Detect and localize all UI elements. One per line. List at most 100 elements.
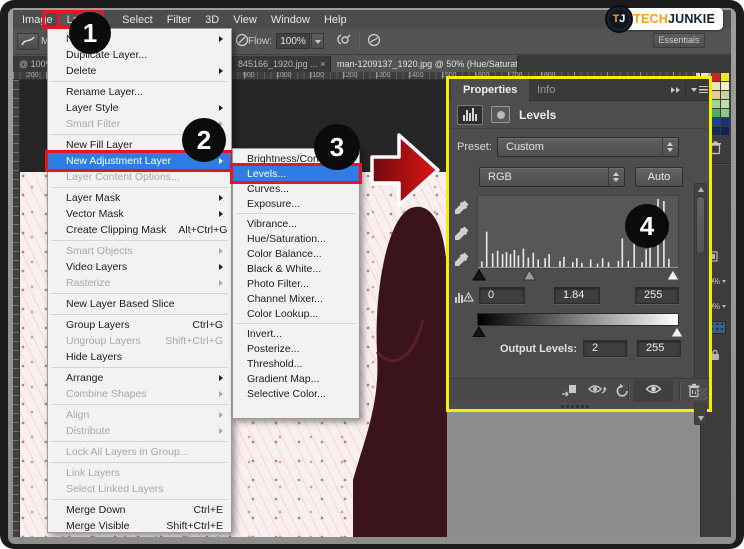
swatch[interactable]: [712, 109, 720, 117]
gray-point-eyedropper-icon[interactable]: [454, 225, 470, 241]
menu-item-arrange[interactable]: Arrange: [48, 370, 231, 386]
menu-item-create-clipping-mask[interactable]: Create Clipping MaskAlt+Ctrl+G: [48, 222, 231, 238]
menu-item-vector-mask[interactable]: Vector Mask: [48, 206, 231, 222]
menu-item-photo-filter[interactable]: Photo Filter...: [233, 276, 359, 291]
scroll-up-icon[interactable]: [698, 187, 704, 192]
menu-item-layer-style[interactable]: Layer Style: [48, 100, 231, 116]
auto-button[interactable]: Auto: [635, 167, 683, 187]
menu-item-duplicate-layer[interactable]: Duplicate Layer...: [48, 47, 231, 63]
panel-drag-handle[interactable]: [561, 405, 591, 408]
menu-item-merge-visible[interactable]: Merge VisibleShift+Ctrl+E: [48, 518, 231, 534]
eye-icon: [645, 383, 662, 395]
workspace-button[interactable]: Essentials: [653, 33, 705, 48]
scrollbar-thumb[interactable]: [696, 196, 705, 254]
resize-grip[interactable]: [695, 388, 707, 400]
histogram-refresh-warning-icon[interactable]: [454, 289, 474, 309]
swatch[interactable]: [721, 82, 729, 90]
gamma-slider[interactable]: [524, 270, 536, 280]
menu-item-hide-layers[interactable]: Hide Layers: [48, 349, 231, 365]
levels-adjustment-icon[interactable]: [457, 105, 483, 125]
menu-item-label: Color Balance...: [247, 248, 351, 260]
menu-item-label: Create Clipping Mask: [66, 224, 166, 236]
tab-info[interactable]: Info: [525, 79, 567, 101]
black-point-slider[interactable]: [473, 270, 485, 280]
menu-item-label: Hide Layers: [66, 351, 223, 363]
menu-item-label: Posterize...: [247, 343, 351, 355]
view-previous-state-icon[interactable]: [587, 383, 607, 397]
preset-dropdown[interactable]: Custom: [497, 137, 679, 157]
mask-icon[interactable]: [491, 106, 510, 123]
menu-item-color-lookup[interactable]: Color Lookup...: [233, 306, 359, 321]
menu-item-hue-saturation[interactable]: Hue/Saturation...: [233, 231, 359, 246]
highlight-input[interactable]: 255: [635, 287, 679, 304]
menubar-item-window[interactable]: Window: [264, 12, 317, 28]
swatch[interactable]: [721, 127, 729, 135]
menubar-item-3d[interactable]: 3D: [198, 12, 226, 28]
document-tab-3[interactable]: man-1209137_1920.jpg @ 50% (Hue/Saturati…: [331, 56, 518, 72]
menu-item-selective-color[interactable]: Selective Color...: [233, 386, 359, 401]
menu-item-threshold[interactable]: Threshold...: [233, 356, 359, 371]
airbrush-icon[interactable]: [335, 33, 351, 47]
menu-item-new-layer-based-slice[interactable]: New Layer Based Slice: [48, 296, 231, 312]
swatch[interactable]: [712, 91, 720, 99]
menu-item-group-layers[interactable]: Group LayersCtrl+G: [48, 317, 231, 333]
white-point-eyedropper-icon[interactable]: [454, 251, 470, 267]
submenu-arrow-icon: [219, 195, 223, 201]
menu-item-label: Selective Color...: [247, 388, 351, 400]
menu-item-rename-layer[interactable]: Rename Layer...: [48, 84, 231, 100]
midtone-input[interactable]: 1.84: [554, 287, 600, 304]
collapse-panel-icon[interactable]: [671, 87, 681, 93]
menu-item-invert[interactable]: Invert...: [233, 326, 359, 341]
menubar-item-help[interactable]: Help: [317, 12, 354, 28]
brush-pressure-icon[interactable]: [367, 33, 381, 47]
white-point-slider[interactable]: [667, 270, 679, 280]
menubar-item-filter[interactable]: Filter: [160, 12, 198, 28]
menu-item-black-white[interactable]: Black & White...: [233, 261, 359, 276]
document-tab-2[interactable]: 845166_1920.jpg ... ×: [232, 56, 331, 72]
swatch[interactable]: [721, 73, 729, 81]
flow-dropdown-icon[interactable]: [311, 33, 324, 49]
menu-item-layer-mask[interactable]: Layer Mask: [48, 190, 231, 206]
output-black-input[interactable]: 2: [583, 340, 627, 357]
menubar-item-select[interactable]: Select: [115, 12, 160, 28]
input-levels-sliders[interactable]: [471, 269, 685, 281]
flow-label: Flow:: [248, 36, 272, 47]
menu-item-merge-down[interactable]: Merge DownCtrl+E: [48, 502, 231, 518]
menu-item-color-balance[interactable]: Color Balance...: [233, 246, 359, 261]
output-white-slider[interactable]: [671, 327, 683, 337]
menu-item-gradient-map[interactable]: Gradient Map...: [233, 371, 359, 386]
swatch[interactable]: [712, 118, 720, 126]
menu-item-posterize[interactable]: Posterize...: [233, 341, 359, 356]
menubar-item-view[interactable]: View: [226, 12, 264, 28]
visibility-toggle-box[interactable]: [633, 380, 673, 402]
swatch[interactable]: [712, 100, 720, 108]
tool-preset-icon[interactable]: [17, 33, 39, 50]
black-point-eyedropper-icon[interactable]: [454, 199, 470, 215]
swatch[interactable]: [712, 73, 720, 81]
shadow-input[interactable]: 0: [479, 287, 525, 304]
scroll-down-icon[interactable]: [698, 416, 704, 421]
swatch[interactable]: [712, 82, 720, 90]
swatch[interactable]: [721, 91, 729, 99]
swatch[interactable]: [712, 127, 720, 135]
swatch[interactable]: [721, 118, 729, 126]
menu-item-vibrance[interactable]: Vibrance...: [233, 216, 359, 231]
swatch[interactable]: [721, 109, 729, 117]
swatch[interactable]: [721, 100, 729, 108]
menu-item-delete[interactable]: Delete: [48, 63, 231, 79]
menu-item-video-layers[interactable]: Video Layers: [48, 259, 231, 275]
output-white-input[interactable]: 255: [637, 340, 681, 357]
brush-icon[interactable]: [235, 33, 249, 47]
tab-properties[interactable]: Properties: [451, 79, 529, 101]
channel-dropdown[interactable]: RGB: [479, 167, 625, 187]
menu-item-channel-mixer[interactable]: Channel Mixer...: [233, 291, 359, 306]
clip-to-layer-icon[interactable]: [561, 383, 577, 397]
output-levels-sliders[interactable]: [471, 326, 685, 337]
output-black-slider[interactable]: [473, 327, 485, 337]
panel-menu-icon[interactable]: [691, 86, 708, 93]
photoshop-window: 00% 00% Color Swatches 200 9001000110012…: [13, 10, 731, 537]
menu-item-curves[interactable]: Curves...: [233, 181, 359, 196]
menu-item-exposure[interactable]: Exposure...: [233, 196, 359, 211]
menu-item-label: Merge Down: [66, 504, 182, 516]
flow-value[interactable]: 100%: [276, 33, 310, 49]
